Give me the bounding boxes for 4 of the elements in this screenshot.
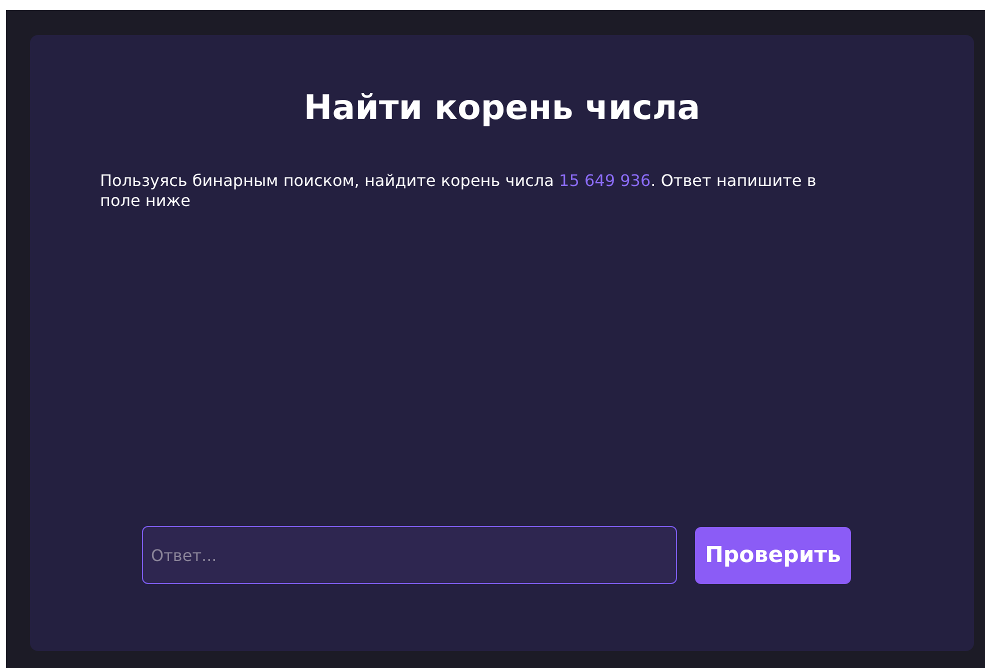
task-description: Пользуясь бинарным поиском, найдите корень числа 15 649 936. Ответ напишите в поле ниже (100, 171, 818, 211)
answer-field[interactable]: Ответ... (142, 526, 677, 584)
page-title: Найти корень числа (304, 87, 700, 129)
check-button[interactable]: Проверить (695, 526, 851, 584)
